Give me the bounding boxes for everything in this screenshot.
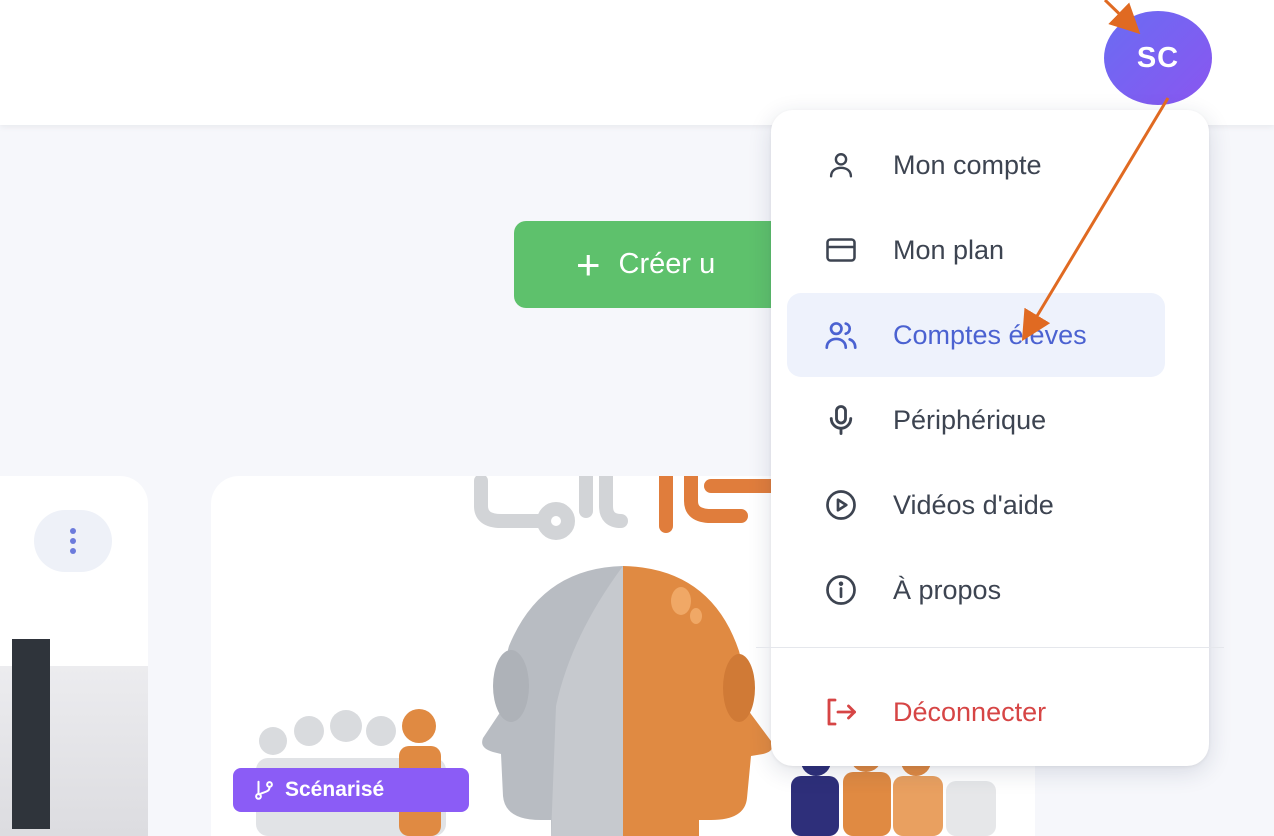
menu-item-comptes-eleves[interactable]: Comptes élèves (787, 293, 1165, 377)
menu-item-a-propos[interactable]: À propos (787, 548, 1165, 632)
menu-divider (756, 647, 1224, 648)
user-icon (821, 145, 861, 185)
left-card[interactable] (0, 476, 148, 836)
create-button-label: Créer u (618, 248, 716, 280)
users-icon (821, 315, 861, 355)
avatar-initials: SC (1136, 41, 1180, 74)
menu-item-label: Mon plan (893, 234, 1005, 265)
logout-label: Déconnecter (893, 696, 1047, 727)
logout-icon (821, 692, 861, 732)
info-icon (821, 570, 861, 610)
menu-item-label: Vidéos d'aide (893, 489, 1054, 520)
kebab-dot-icon (70, 538, 76, 544)
menu-item-label: À propos (893, 574, 1002, 605)
play-circle-icon (821, 485, 861, 525)
menu-item-mon-plan[interactable]: Mon plan (787, 208, 1165, 292)
top-bar (0, 0, 1274, 125)
menu-item-label: Comptes élèves (893, 319, 1087, 350)
menu-item-label: Mon compte (893, 149, 1042, 180)
logout-button[interactable]: Déconnecter (787, 670, 1165, 754)
credit-card-icon (821, 230, 861, 270)
kebab-dot-icon (70, 528, 76, 534)
user-avatar-button[interactable]: SC (1104, 11, 1212, 105)
git-branch-icon (255, 780, 273, 800)
kebab-dot-icon (70, 548, 76, 554)
microphone-icon (821, 400, 861, 440)
scenario-badge: Scénarisé (233, 768, 469, 812)
badge-label: Scénarisé (285, 778, 385, 801)
menu-item-label: Périphérique (893, 404, 1047, 435)
user-menu-dropdown: Mon compte Mon plan Comptes élèves Périp… (756, 110, 1224, 766)
menu-item-peripherique[interactable]: Périphérique (787, 378, 1165, 462)
plus-icon: + (576, 240, 601, 288)
more-options-button[interactable] (34, 510, 112, 572)
card-thumbnail-pillar (12, 639, 50, 829)
menu-item-videos-aide[interactable]: Vidéos d'aide (787, 463, 1165, 547)
menu-item-mon-compte[interactable]: Mon compte (787, 123, 1165, 207)
